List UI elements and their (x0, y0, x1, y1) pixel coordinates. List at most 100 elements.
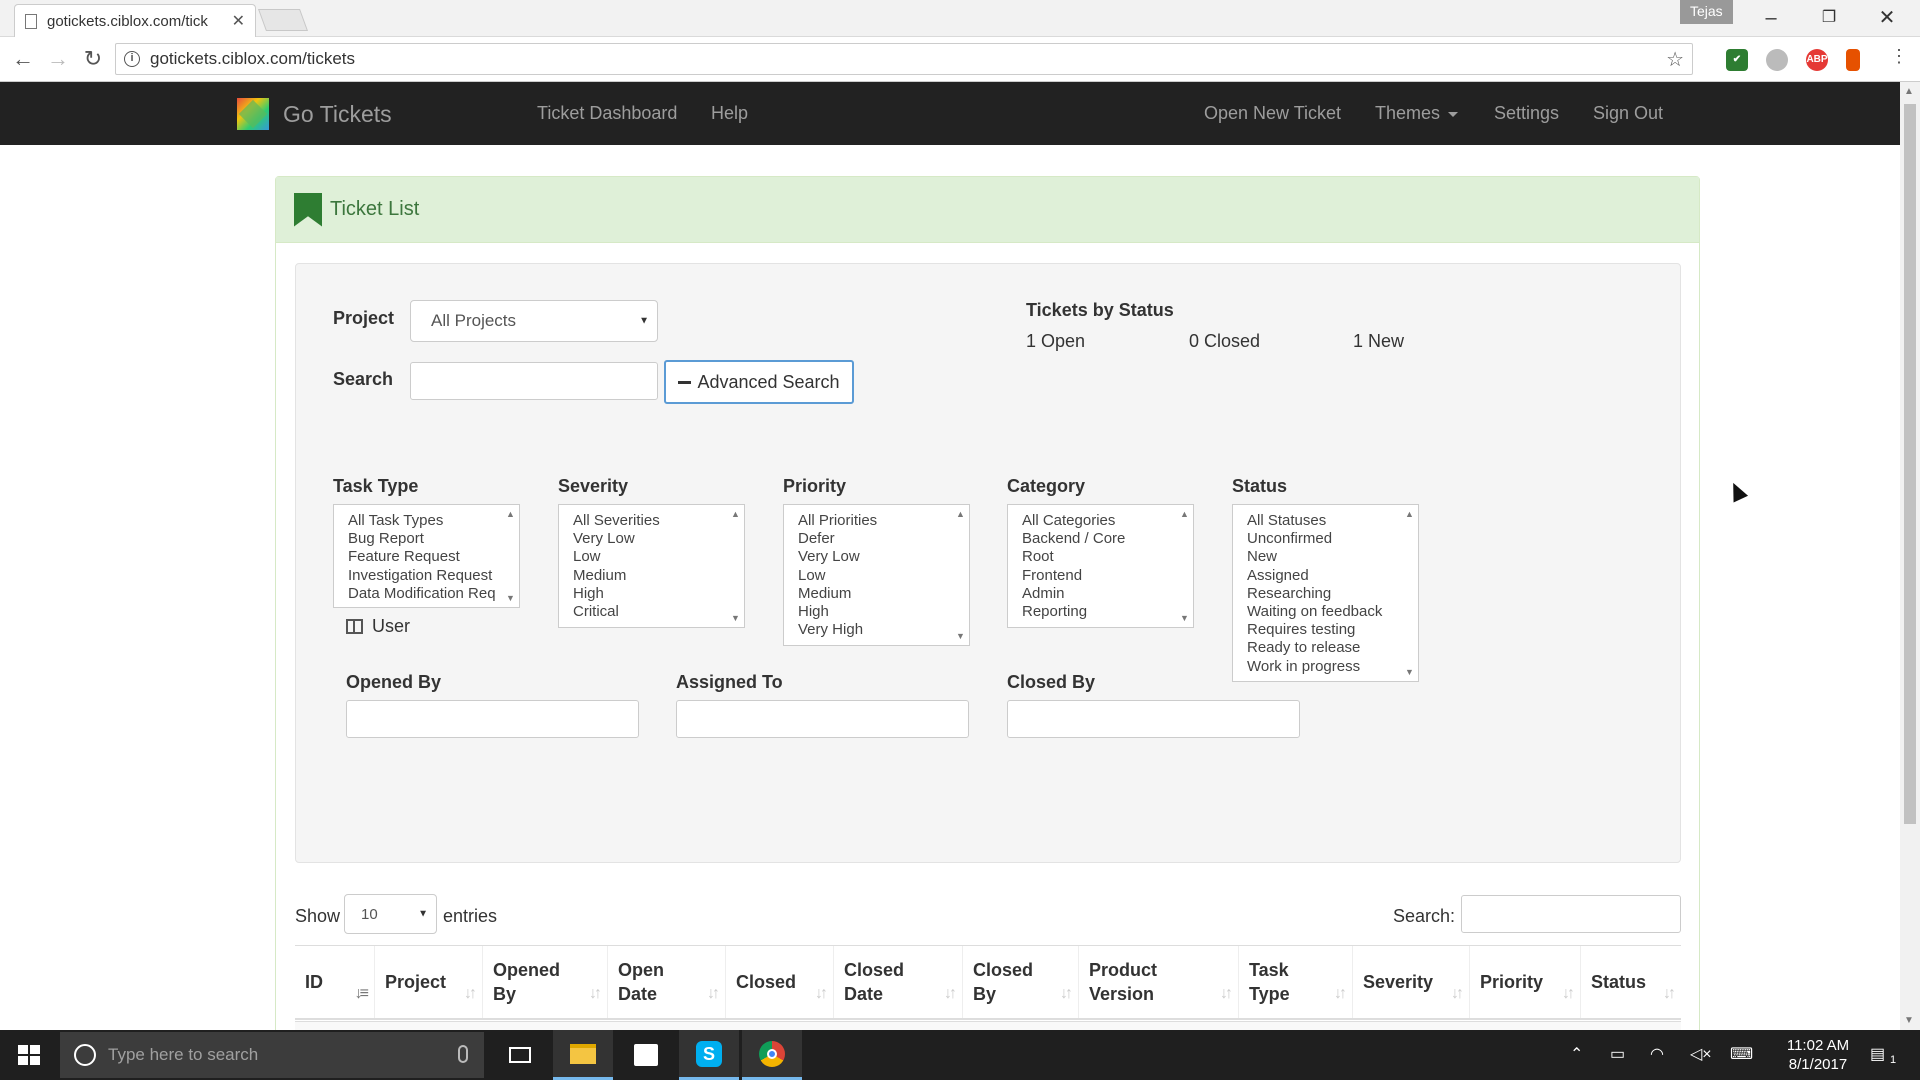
wifi-icon[interactable]: ◠ (1650, 1044, 1664, 1064)
close-tab-icon[interactable]: ✕ (232, 11, 245, 31)
column-header-id[interactable]: ID ↓≡ (295, 946, 375, 1018)
listbox-option[interactable]: Low (798, 567, 969, 585)
nav-ticket-dashboard[interactable]: Ticket Dashboard (537, 103, 677, 124)
chrome-icon[interactable] (742, 1030, 802, 1080)
nav-sign-out[interactable]: Sign Out (1593, 103, 1663, 124)
assigned-to-input[interactable] (676, 700, 969, 738)
back-icon[interactable]: ← (10, 46, 36, 72)
listbox-option[interactable]: Researching (1247, 585, 1418, 603)
listbox-scrollbar[interactable]: ▲ ▼ (1401, 505, 1418, 681)
file-explorer-icon[interactable] (553, 1030, 613, 1080)
listbox-option[interactable]: All Priorities (798, 512, 969, 530)
bookmark-star-icon[interactable]: ☆ (1666, 47, 1684, 72)
listbox-option[interactable]: Backend / Core (1022, 530, 1193, 548)
scroll-down-icon[interactable]: ▼ (731, 613, 740, 623)
scroll-down-icon[interactable]: ▼ (506, 593, 515, 603)
opened-by-input[interactable] (346, 700, 639, 738)
listbox-option[interactable]: High (573, 585, 744, 603)
listbox-option[interactable]: All Statuses (1247, 512, 1418, 530)
restore-icon[interactable]: ❐ (1806, 4, 1852, 32)
table-row[interactable] (295, 1021, 1681, 1030)
tray-chevron-icon[interactable]: ⌃ (1570, 1044, 1583, 1064)
scroll-up-icon[interactable]: ▲ (956, 509, 965, 519)
nav-settings[interactable]: Settings (1494, 103, 1559, 124)
column-header-product-version[interactable]: Product Version ↓↑ (1079, 946, 1239, 1018)
listbox-option[interactable]: Root (1022, 548, 1193, 566)
info-icon[interactable]: i (124, 51, 140, 67)
nav-open-new-ticket[interactable]: Open New Ticket (1204, 103, 1341, 124)
column-header-project[interactable]: Project ↓↑ (375, 946, 483, 1018)
column-header-closed-date[interactable]: Closed Date ↓↑ (834, 946, 963, 1018)
reload-icon[interactable]: ↻ (80, 46, 106, 72)
listbox-option[interactable]: Feature Request (348, 548, 519, 566)
address-bar[interactable]: i gotickets.ciblox.com/tickets ☆ (115, 43, 1693, 75)
listbox-option[interactable]: Investigation Request (348, 567, 519, 585)
project-select[interactable]: All Projects ▼ (410, 300, 658, 342)
listbox-option[interactable]: Very High (798, 621, 969, 639)
listbox-option[interactable]: Reporting (1022, 603, 1193, 621)
listbox-option[interactable]: Medium (798, 585, 969, 603)
listbox-option[interactable]: Assigned (1247, 567, 1418, 585)
listbox-option[interactable]: Unconfirmed (1247, 530, 1418, 548)
priority-listbox[interactable]: All Priorities Defer Very Low Low Medium… (783, 504, 970, 646)
nav-help[interactable]: Help (711, 103, 748, 124)
office-icon[interactable] (1846, 49, 1860, 71)
profile-badge[interactable]: Tejas (1680, 0, 1733, 24)
column-header-closed[interactable]: Closed ↓↑ (726, 946, 834, 1018)
listbox-option[interactable]: Frontend (1022, 567, 1193, 585)
scroll-up-icon[interactable]: ▲ (506, 509, 515, 519)
scroll-up-icon[interactable]: ▲ (1405, 509, 1414, 519)
scroll-up-icon[interactable]: ▲ (1180, 509, 1189, 519)
listbox-option[interactable]: Very Low (798, 548, 969, 566)
task-view-icon[interactable] (490, 1030, 550, 1080)
skype-icon[interactable]: S (679, 1030, 739, 1080)
scroll-up-icon[interactable]: ▲ (1904, 86, 1914, 97)
closed-by-input[interactable] (1007, 700, 1300, 738)
browser-tab[interactable]: gotickets.ciblox.com/tick ✕ (14, 4, 256, 37)
listbox-option[interactable]: Ready to release (1247, 639, 1418, 657)
minimize-icon[interactable]: – (1748, 4, 1794, 32)
listbox-option[interactable]: Very Low (573, 530, 744, 548)
battery-icon[interactable]: ▭ (1610, 1044, 1625, 1064)
column-header-closed-by[interactable]: Closed By ↓↑ (963, 946, 1079, 1018)
store-icon[interactable] (616, 1030, 676, 1080)
listbox-option[interactable]: Bug Report (348, 530, 519, 548)
column-header-severity[interactable]: Severity ↓↑ (1353, 946, 1470, 1018)
forward-icon[interactable]: → (45, 46, 71, 72)
listbox-option[interactable]: New (1247, 548, 1418, 566)
listbox-option[interactable]: Admin (1022, 585, 1193, 603)
listbox-option[interactable]: All Categories (1022, 512, 1193, 530)
new-tab-button[interactable] (257, 9, 309, 31)
listbox-option[interactable]: Waiting on feedback (1247, 603, 1418, 621)
user-filter-toggle[interactable]: User (346, 616, 410, 637)
listbox-option[interactable]: Data Modification Req (348, 585, 519, 603)
extension-check-icon[interactable]: ✔ (1726, 49, 1748, 71)
severity-listbox[interactable]: All Severities Very Low Low Medium High … (558, 504, 745, 628)
column-header-open-date[interactable]: Open Date ↓↑ (608, 946, 726, 1018)
category-listbox[interactable]: All Categories Backend / Core Root Front… (1007, 504, 1194, 628)
taskbar-clock[interactable]: 11:02 AM 8/1/2017 (1778, 1036, 1858, 1074)
column-header-status[interactable]: Status ↓↑ (1581, 946, 1681, 1018)
page-scrollbar[interactable]: ▲ ▼ (1900, 82, 1920, 1030)
column-header-priority[interactable]: Priority ↓↑ (1470, 946, 1581, 1018)
microphone-icon[interactable] (458, 1045, 468, 1063)
entries-select[interactable]: 10 ▼ (344, 894, 437, 934)
menu-dots-icon[interactable]: ⋮ (1886, 46, 1912, 67)
advanced-search-button[interactable]: Advanced Search (664, 360, 854, 404)
keyboard-icon[interactable]: ⌨ (1730, 1044, 1753, 1064)
listbox-option[interactable]: High (798, 603, 969, 621)
adblock-icon[interactable]: ABP (1806, 49, 1828, 71)
listbox-scrollbar[interactable]: ▲ ▼ (1176, 505, 1193, 627)
listbox-option[interactable]: Critical (573, 603, 744, 621)
action-center-icon[interactable]: ▤ (1870, 1044, 1885, 1064)
scroll-up-icon[interactable]: ▲ (731, 509, 740, 519)
scroll-down-icon[interactable]: ▼ (1904, 1015, 1914, 1026)
nav-themes[interactable]: Themes (1375, 103, 1459, 124)
brand[interactable]: Go Tickets (237, 98, 392, 130)
close-window-icon[interactable]: ✕ (1864, 4, 1910, 32)
listbox-option[interactable]: Requires testing (1247, 621, 1418, 639)
task-type-listbox[interactable]: All Task Types Bug Report Feature Reques… (333, 504, 520, 608)
listbox-option[interactable]: Low (573, 548, 744, 566)
column-header-opened-by[interactable]: Opened By ↓↑ (483, 946, 608, 1018)
scroll-down-icon[interactable]: ▼ (1405, 667, 1414, 677)
